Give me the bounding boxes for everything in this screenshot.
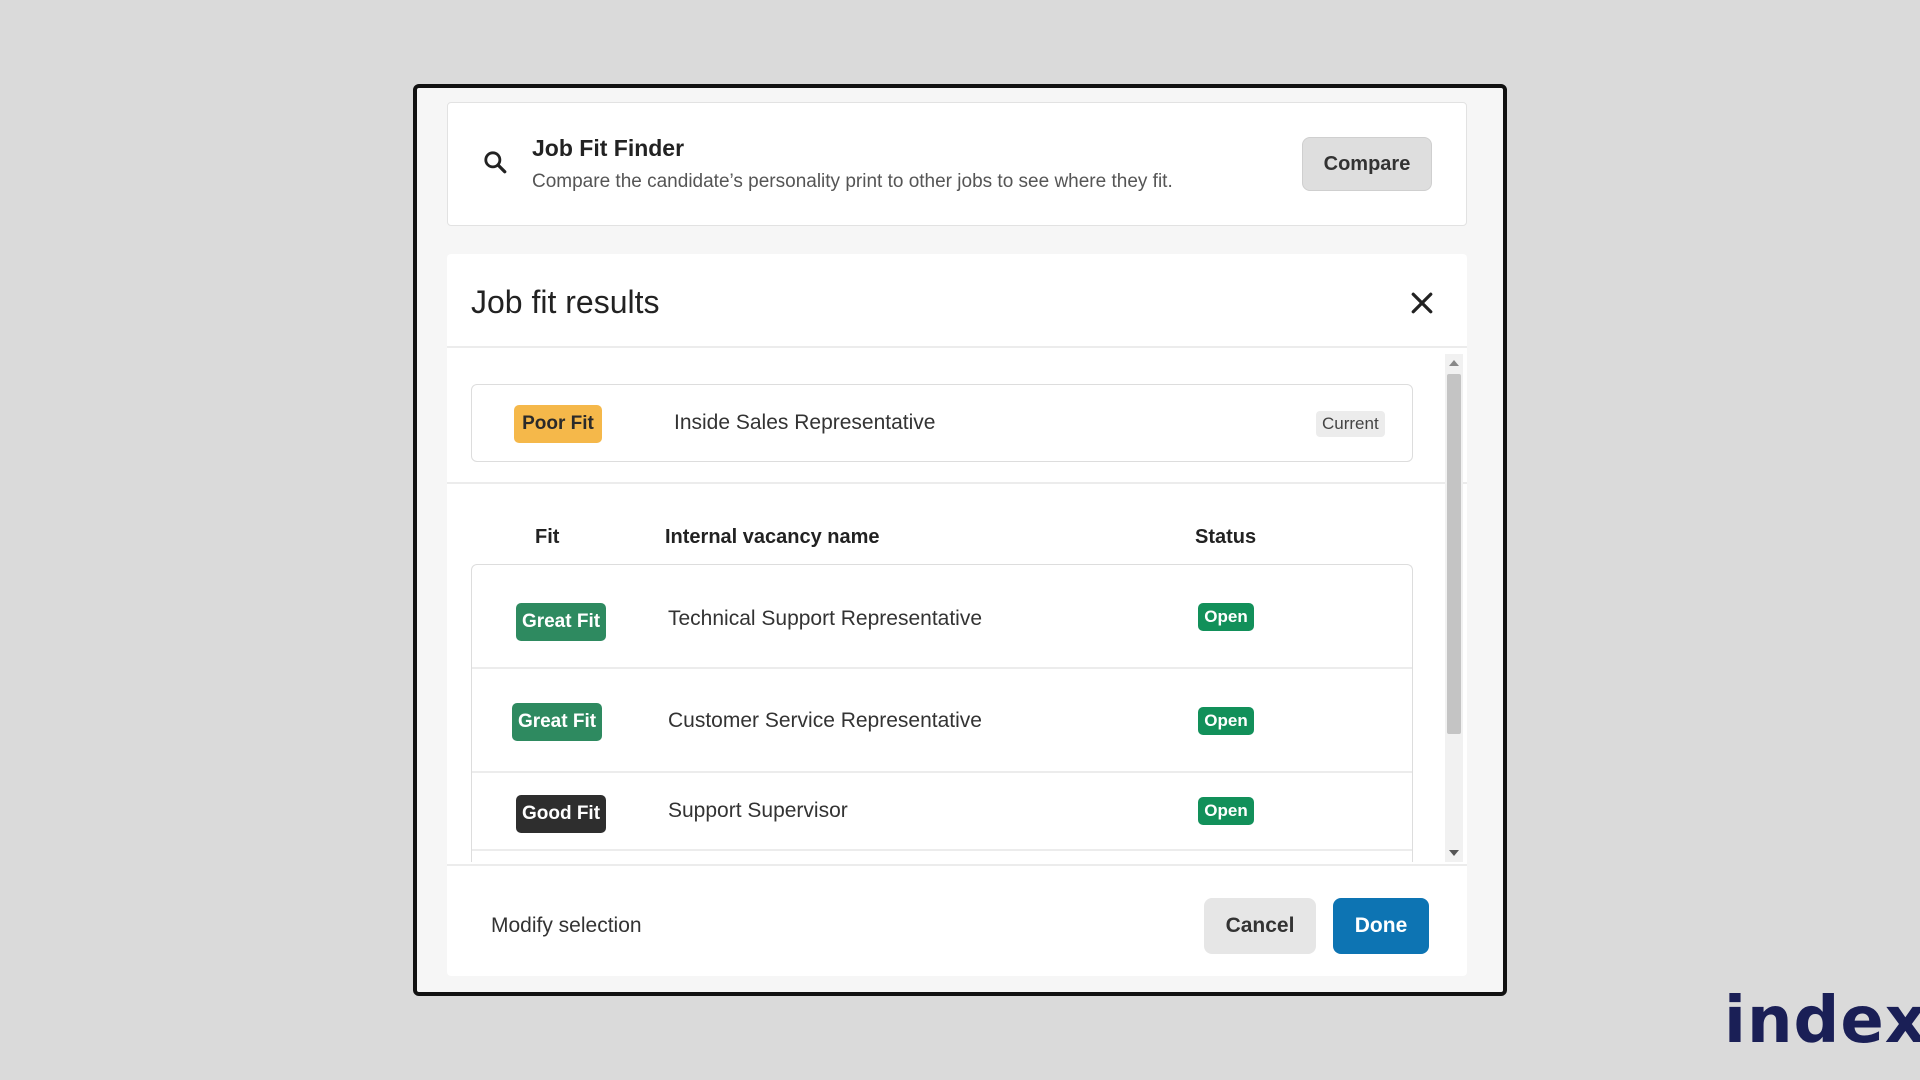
column-header-status: Status <box>1195 526 1257 548</box>
brand-name: index <box>1724 984 1920 1058</box>
scroll-up-arrow-icon[interactable] <box>1449 360 1459 366</box>
fit-badge-great: Great Fit <box>516 603 606 641</box>
vacancy-name: Customer Service Representative <box>668 709 982 732</box>
current-tag: Current <box>1316 411 1385 437</box>
app-window: Job Fit Finder Compare the candidate’s p… <box>413 84 1507 996</box>
job-fit-finder-card: Job Fit Finder Compare the candidate’s p… <box>447 102 1467 226</box>
status-badge: Open <box>1198 797 1254 825</box>
job-fit-results-modal: Job fit results Poor Fit Inside Sales Re… <box>447 254 1467 976</box>
fit-badge-poor: Poor Fit <box>514 405 602 443</box>
compare-button[interactable]: Compare <box>1302 137 1432 191</box>
finder-title: Job Fit Finder <box>532 135 685 161</box>
vacancy-name: Support Supervisor <box>668 799 848 822</box>
fit-badge-good: Good Fit <box>516 795 606 833</box>
divider <box>447 482 1467 484</box>
modal-footer: Modify selection Cancel Done <box>447 864 1467 976</box>
cancel-button[interactable]: Cancel <box>1204 898 1316 954</box>
search-icon <box>484 151 507 174</box>
table-row[interactable]: Great Fit Technical Support Representati… <box>472 565 1412 669</box>
finder-subtitle: Compare the candidate’s personality prin… <box>532 171 1173 192</box>
status-badge: Open <box>1198 603 1254 631</box>
vacancy-name: Technical Support Representative <box>668 607 983 630</box>
current-job-name: Inside Sales Representative <box>674 411 936 434</box>
modal-header: Job fit results <box>447 254 1467 348</box>
scroll-thumb[interactable] <box>1447 374 1461 734</box>
scrollbar[interactable] <box>1445 354 1463 862</box>
fit-badge-great: Great Fit <box>512 703 602 741</box>
status-badge: Open <box>1198 707 1254 735</box>
done-button[interactable]: Done <box>1333 898 1429 954</box>
brand-logo: index. <box>1724 984 1920 1058</box>
column-header-name: Internal vacancy name <box>665 526 880 548</box>
results-scroll-area[interactable]: Poor Fit Inside Sales Representative Cur… <box>447 350 1467 862</box>
table-row[interactable]: Good Fit Support Supervisor Open <box>472 773 1412 851</box>
modal-title: Job fit results <box>471 284 660 320</box>
current-job-row: Poor Fit Inside Sales Representative Cur… <box>471 384 1413 462</box>
scroll-down-arrow-icon[interactable] <box>1449 850 1459 856</box>
table-row[interactable]: Great Fit Customer Service Representativ… <box>472 669 1412 773</box>
close-icon[interactable] <box>1407 288 1437 318</box>
column-header-fit: Fit <box>535 526 560 548</box>
vacancy-list: Great Fit Technical Support Representati… <box>471 564 1413 862</box>
modify-selection-link[interactable]: Modify selection <box>491 914 642 938</box>
